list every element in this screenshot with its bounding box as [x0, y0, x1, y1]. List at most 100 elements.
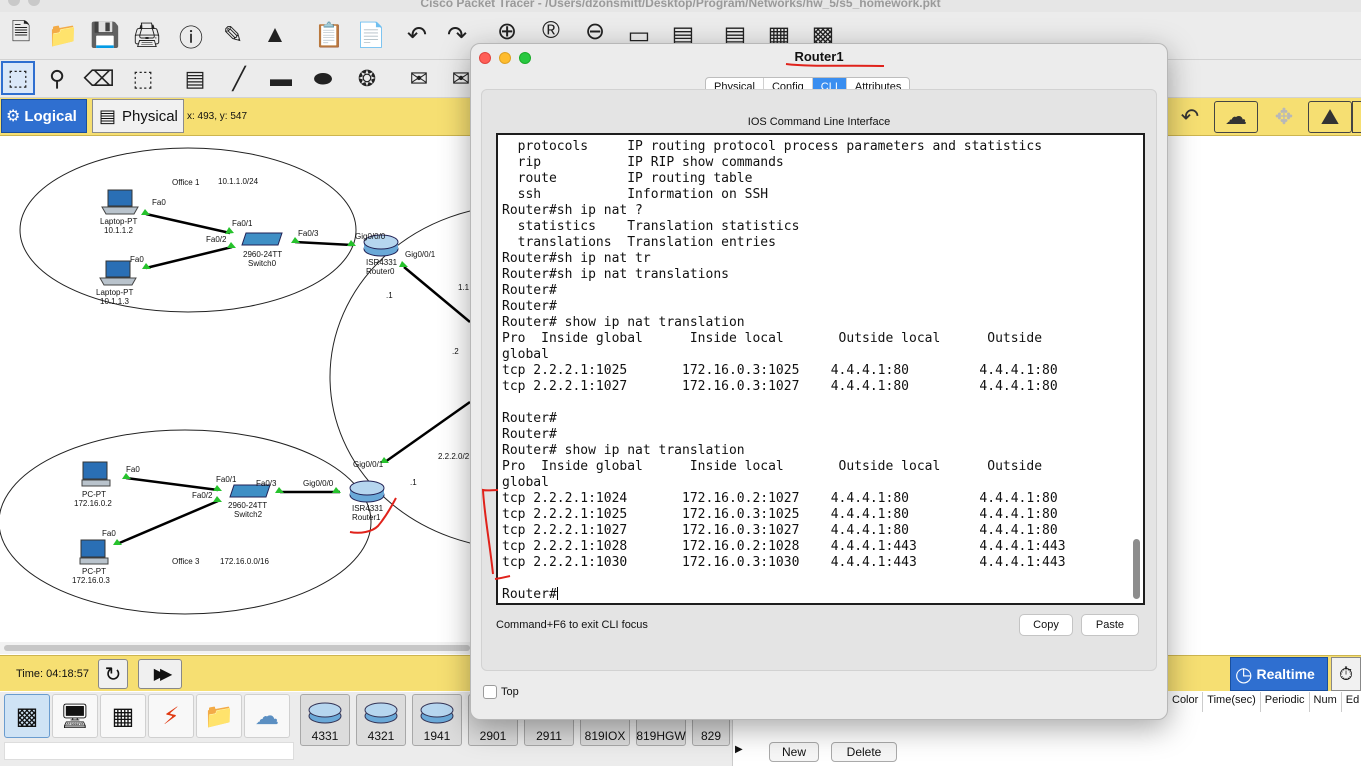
logical-topology-icon: ⚙: [6, 108, 21, 125]
back-icon[interactable]: ↶: [1168, 100, 1212, 134]
network-devices-icon[interactable]: ▩: [4, 694, 50, 738]
copy-icon[interactable]: 📋: [312, 18, 346, 52]
cluster-cloud-icon[interactable]: ☁: [1214, 101, 1258, 133]
redo-icon[interactable]: ↷: [440, 18, 474, 52]
inspect-icon[interactable]: ⚲: [40, 62, 74, 96]
workspace-horizontal-scrollbar[interactable]: [0, 642, 470, 654]
console-line: tcp 2.2.2.1:1027 172.16.0.3:1027 4.4.4.1…: [502, 523, 1058, 538]
physical-view-button[interactable]: ▤ Physical: [92, 99, 184, 133]
info-icon[interactable]: ⓘ: [174, 18, 208, 52]
play-icon[interactable]: ▶: [735, 744, 743, 755]
dialog-title: Router1: [794, 49, 844, 64]
console-line: Pro Inside global Inside local Outside l…: [502, 331, 1043, 346]
router1-port-gig001: Gig0/0/1: [353, 460, 384, 469]
switch2-model: 2960-24TT: [228, 501, 268, 510]
move-object-icon[interactable]: ✥: [1262, 100, 1306, 134]
viewport-toggle-icon[interactable]: [1352, 101, 1361, 133]
resize-icon[interactable]: ⬚: [126, 62, 160, 96]
activity-wizard-icon[interactable]: ▲: [258, 18, 292, 52]
router1-port-gig000: Gig0/0/0: [303, 479, 334, 488]
switch0-name: Switch0: [248, 259, 277, 268]
logical-view-button[interactable]: ⚙ Logical: [1, 99, 87, 133]
model-label: 2911: [536, 729, 562, 743]
realtime-mode-button[interactable]: ◷ Realtime: [1230, 657, 1328, 691]
cli-console[interactable]: protocols IP routing protocol process pa…: [496, 133, 1145, 605]
line-icon[interactable]: ╱: [222, 62, 256, 96]
router0-port-gig001: Gig0/0/1: [405, 250, 436, 259]
top-checkbox[interactable]: [483, 685, 497, 699]
network-wizard-icon[interactable]: ✎: [216, 18, 250, 52]
device-subcategory-strip[interactable]: [4, 742, 294, 760]
model-1941[interactable]: 1941: [412, 694, 462, 746]
connections-icon[interactable]: ⚡: [148, 694, 194, 738]
rectangle-icon[interactable]: ▬: [264, 62, 298, 96]
save-icon[interactable]: 💾: [88, 18, 122, 52]
top-checkbox-label: Top: [501, 686, 519, 698]
console-line: Router#: [502, 283, 557, 298]
office3-area: [0, 429, 372, 615]
ellipse-icon[interactable]: ⬬: [306, 62, 340, 96]
scrollbar-thumb[interactable]: [4, 645, 470, 651]
paste-icon[interactable]: 📄: [354, 18, 388, 52]
router1-dialog: Router1 Physical Config CLI Attributes I…: [470, 43, 1168, 720]
router1-name: Router1: [352, 513, 381, 522]
pc1-ip: 172.16.0.2: [74, 499, 112, 508]
model-label: 819IOX: [584, 729, 626, 743]
paste-button[interactable]: Paste: [1081, 614, 1139, 636]
model-label: 1941: [423, 729, 451, 743]
pdu-header-edit: Ed: [1342, 692, 1361, 712]
undo-icon[interactable]: ↶: [400, 18, 434, 52]
pc2-ip: 172.16.0.3: [72, 576, 110, 585]
link-partial-label: 1.1: [458, 283, 470, 292]
model-4321[interactable]: 4321: [356, 694, 406, 746]
simulation-time-bar: Time: 04:18:57 ↻ ▶▶: [0, 655, 470, 691]
delete-icon[interactable]: ⌫: [82, 62, 116, 96]
console-line: tcp 2.2.2.1:1024 172.16.0.2:1027 4.4.4.1…: [502, 491, 1058, 506]
components-icon[interactable]: ▦: [100, 694, 146, 738]
router1-model: ISR4331: [352, 504, 384, 513]
note-icon[interactable]: ▤: [178, 62, 212, 96]
switch0-port-fa02: Fa0/2: [206, 235, 227, 244]
physical-view-label: Physical: [122, 107, 178, 125]
simulation-mode-button[interactable]: ⏱: [1331, 657, 1361, 691]
laptop1-port: Fa0: [152, 198, 166, 207]
console-line: Router# show ip nat translation: [502, 315, 745, 330]
pc1-type: PC-PT: [82, 490, 106, 499]
fast-forward-time-button[interactable]: ▶▶: [138, 659, 182, 689]
switch2-port-fa01: Fa0/1: [216, 475, 237, 484]
console-line: tcp 2.2.2.1:1025 172.16.0.3:1025 4.4.4.1…: [502, 363, 1058, 378]
model-label: 829: [700, 729, 722, 743]
pc1-port: Fa0: [126, 465, 140, 474]
print-icon[interactable]: 🖨: [130, 18, 164, 52]
freeform-icon[interactable]: ❂: [350, 62, 384, 96]
power-cycle-icon: ↻: [104, 663, 122, 686]
copy-button[interactable]: Copy: [1019, 614, 1073, 636]
model-label: 4331: [311, 729, 339, 743]
model-label: 819HGW: [636, 729, 686, 743]
power-cycle-devices-button[interactable]: ↻: [98, 659, 128, 689]
console-scrollbar[interactable]: [1133, 539, 1140, 599]
new-pdu-scenario-button[interactable]: New: [769, 742, 819, 762]
console-line: Router#: [502, 299, 557, 314]
router0-link-dot2: .2: [452, 347, 459, 356]
end-devices-icon[interactable]: 🖥: [52, 694, 98, 738]
console-output: protocols IP routing protocol process pa…: [502, 139, 1127, 603]
router0-name: Router0: [366, 267, 395, 276]
dialog-titlebar[interactable]: Router1: [471, 44, 1167, 72]
select-icon[interactable]: ⬚: [1, 61, 35, 95]
delete-pdu-scenario-button[interactable]: Delete: [831, 742, 897, 762]
set-background-icon[interactable]: ⛰: [1308, 101, 1352, 133]
miscellaneous-icon[interactable]: 📁: [196, 694, 242, 738]
mode-bar: ◷ Realtime ⏱: [1168, 655, 1361, 691]
physical-view-icon: ▤: [99, 105, 117, 126]
router-icon: [420, 702, 454, 724]
pdu-header-color: Color: [1168, 692, 1204, 712]
simple-pdu-icon[interactable]: ✉: [402, 62, 436, 96]
logical-workspace[interactable]: Office 1 10.1.1.0/24 Fa0 Laptop-PT 10.1.…: [0, 137, 470, 642]
new-file-icon[interactable]: 🗎: [4, 18, 38, 52]
open-folder-icon[interactable]: 📁: [46, 18, 80, 52]
cli-section-label: IOS Command Line Interface: [747, 116, 891, 128]
model-4331[interactable]: 4331: [300, 694, 350, 746]
multiuser-icon[interactable]: ☁: [244, 694, 290, 738]
console-line: Pro Inside global Inside local Outside l…: [502, 459, 1043, 474]
